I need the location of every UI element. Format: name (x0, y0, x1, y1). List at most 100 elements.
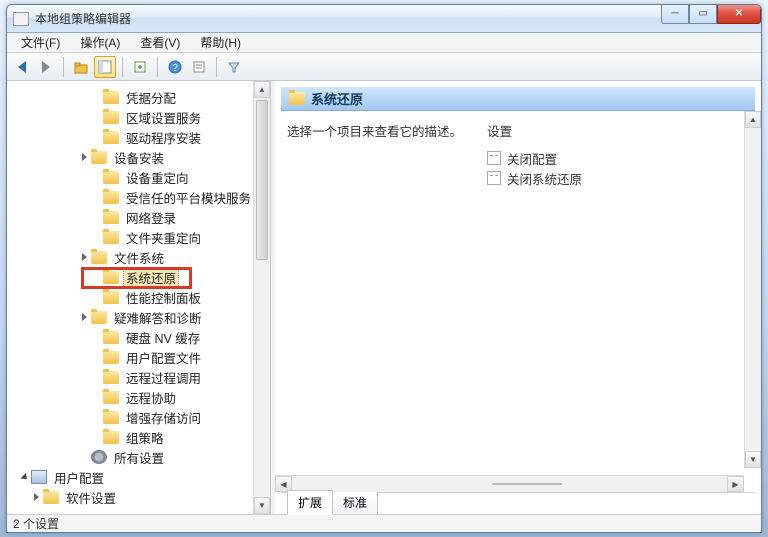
tree-item-label: 增强存储访问 (123, 407, 204, 428)
close-button[interactable]: ✕ (717, 4, 761, 24)
window: 本地组策略编辑器 ─ ▭ ✕ 文件(F) 操作(A) 查看(V) 帮助(H) ?… (6, 4, 762, 533)
folder-icon (103, 111, 119, 124)
scroll-thumb[interactable] (492, 483, 562, 485)
tree-item-label: 设备重定向 (123, 167, 192, 188)
folder-icon (91, 151, 107, 164)
expand-icon[interactable] (79, 252, 89, 262)
status-text: 2 个设置 (13, 515, 59, 532)
tree-item[interactable]: 硬盘 NV 缓存 (7, 327, 270, 347)
folder-icon (289, 92, 305, 105)
folder-icon (103, 211, 119, 224)
gear-icon (91, 450, 107, 464)
tree-item[interactable]: 远程协助 (7, 387, 270, 407)
status-bar: 2 个设置 (7, 514, 761, 532)
expand-icon[interactable] (19, 472, 29, 482)
policy-icon (487, 151, 501, 165)
tree-item[interactable]: 组策略 (7, 427, 270, 447)
setting-item[interactable]: 关闭系统还原 (487, 168, 749, 188)
tree-item-label: 受信任的平台模块服务 (123, 187, 254, 208)
folder-icon (103, 291, 119, 304)
expand-icon[interactable] (79, 152, 89, 162)
tree-item-label: 用户配置文件 (123, 347, 204, 368)
tree-pane: 凭据分配区域设置服务驱动程序安装设备安装设备重定向受信任的平台模块服务网络登录文… (7, 81, 271, 514)
tree-item-label: 软件设置 (63, 487, 119, 508)
scroll-up-button[interactable]: ▲ (254, 81, 270, 98)
tree-item[interactable]: 用户配置 (7, 467, 270, 487)
tree-item[interactable]: 远程过程调用 (7, 367, 270, 387)
help-button[interactable]: ? (164, 56, 186, 78)
menu-file[interactable]: 文件(F) (11, 32, 70, 53)
tree-item[interactable]: 设备重定向 (7, 167, 270, 187)
detail-hscrollbar[interactable]: ◀ ▶ (275, 475, 744, 492)
detail-header: 系统还原 (281, 87, 755, 111)
tree-item[interactable]: 凭据分配 (7, 87, 270, 107)
folder-icon (103, 271, 119, 284)
tree-item[interactable]: 受信任的平台模块服务 (7, 187, 270, 207)
app-icon (13, 12, 29, 26)
maximize-button[interactable]: ▭ (689, 4, 717, 24)
tree-item[interactable]: 网络登录 (7, 207, 270, 227)
folder-icon (103, 351, 119, 364)
tree-item[interactable]: 设备安装 (7, 147, 270, 167)
tree-item-label: 硬盘 NV 缓存 (123, 327, 203, 348)
description-text: 选择一个项目来查看它的描述。 (287, 121, 467, 482)
minimize-button[interactable]: ─ (661, 4, 689, 24)
menu-view[interactable]: 查看(V) (130, 32, 190, 53)
setting-item[interactable]: 关闭配置 (487, 148, 749, 168)
back-button[interactable] (11, 56, 33, 78)
tree-item[interactable]: 用户配置文件 (7, 347, 270, 367)
tree-item[interactable]: 文件夹重定向 (7, 227, 270, 247)
tree-item-label: 远程过程调用 (123, 367, 204, 388)
scroll-up-button[interactable]: ▲ (745, 111, 761, 128)
titlebar[interactable]: 本地组策略编辑器 ─ ▭ ✕ (7, 5, 761, 33)
column-header-setting[interactable]: 设置 (487, 121, 749, 140)
tab-extended[interactable]: 扩展 (287, 490, 333, 515)
tree-item-label: 性能控制面板 (123, 287, 204, 308)
scroll-right-button[interactable]: ▶ (727, 476, 744, 492)
setting-label: 关闭系统还原 (507, 169, 582, 188)
tree-item-label: 疑难解答和诊断 (111, 307, 205, 328)
tree-item[interactable]: 文件系统 (7, 247, 270, 267)
tree-item-label: 文件系统 (111, 247, 167, 268)
menubar: 文件(F) 操作(A) 查看(V) 帮助(H) (7, 33, 761, 53)
tree-item-label: 设备安装 (111, 147, 167, 168)
folder-icon (103, 131, 119, 144)
tree-item[interactable]: 软件设置 (7, 487, 270, 507)
scroll-down-button[interactable]: ▼ (745, 451, 761, 468)
show-tree-button[interactable] (94, 56, 116, 78)
folder-icon (103, 411, 119, 424)
folder-icon (103, 231, 119, 244)
toolbar: ? (7, 53, 761, 81)
export-button[interactable] (129, 56, 151, 78)
properties-button[interactable] (188, 56, 210, 78)
setting-label: 关闭配置 (507, 149, 557, 168)
tree-item-label: 凭据分配 (123, 87, 179, 108)
tree-item[interactable]: 所有设置 (7, 447, 270, 467)
tree-item[interactable]: 性能控制面板 (7, 287, 270, 307)
tree-item-label: 所有设置 (111, 447, 167, 468)
menu-action[interactable]: 操作(A) (70, 32, 130, 53)
tree-item[interactable]: 增强存储访问 (7, 407, 270, 427)
expand-icon[interactable] (31, 492, 41, 502)
menu-help[interactable]: 帮助(H) (190, 32, 251, 53)
detail-title: 系统还原 (311, 89, 363, 108)
tab-standard[interactable]: 标准 (332, 490, 378, 514)
tree-item-label: 系统还原 (123, 267, 179, 288)
scroll-down-button[interactable]: ▼ (254, 497, 270, 514)
tree-item[interactable]: 驱动程序安装 (7, 127, 270, 147)
tree-item[interactable]: 区域设置服务 (7, 107, 270, 127)
expand-icon[interactable] (79, 312, 89, 322)
folder-icon (103, 171, 119, 184)
forward-button[interactable] (35, 56, 57, 78)
up-button[interactable] (70, 56, 92, 78)
tree-item-label: 网络登录 (123, 207, 179, 228)
tree-item-label: 远程协助 (123, 387, 179, 408)
scroll-thumb[interactable] (256, 100, 268, 260)
tree-item[interactable]: 疑难解答和诊断 (7, 307, 270, 327)
filter-button[interactable] (223, 56, 245, 78)
policy-icon (487, 171, 501, 185)
tree-item[interactable]: 系统还原 (7, 267, 270, 287)
detail-vscrollbar[interactable]: ▲ ▼ (744, 111, 761, 468)
tree-scrollbar[interactable]: ▲ ▼ (253, 81, 270, 514)
folder-icon (43, 491, 59, 504)
